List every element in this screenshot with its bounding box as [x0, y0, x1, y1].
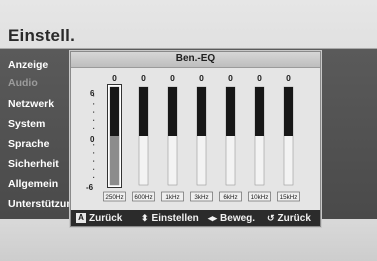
band-level-fill: [284, 87, 293, 136]
menu-item-netzwerk[interactable]: Netzwerk: [8, 98, 54, 110]
band-frequency-label: 6kHz: [223, 194, 237, 201]
scale-max-label: 6: [90, 89, 95, 98]
dialog-title: Ben.-EQ: [175, 53, 216, 64]
return-icon: ↺: [267, 213, 275, 223]
hint-return-label: Zurück: [277, 213, 311, 224]
scale-tick: [93, 119, 95, 121]
band-sliders: 0 250Hz 0 600Hz 0 1kHz 0 3kHz 0 6kHz 0 10kHz 0 15kHz: [103, 73, 300, 202]
band-level-fill: [139, 87, 148, 136]
band-value-label: 0: [141, 73, 146, 83]
menu-item-sprache[interactable]: Sprache: [8, 138, 49, 150]
band-frequency-label: 15kHz: [280, 194, 298, 201]
band-level-fill: [255, 87, 264, 136]
hint-move: ◂▸ Beweg.: [208, 212, 255, 225]
scale-tick: [93, 95, 95, 97]
user-eq-dialog: Ben.-EQ 6 0 -6 0 250Hz 0 600Hz 0 1kHz 0 3kHz 0 6k…: [70, 51, 321, 227]
menu-item-allgemein[interactable]: Allgemein: [8, 178, 58, 190]
band-value-label: 0: [286, 73, 291, 83]
band-value-label: 0: [112, 73, 117, 83]
hint-back[interactable]: A Zurück: [76, 212, 122, 225]
band-value-label: 0: [257, 73, 262, 83]
menu-item-sicherheit[interactable]: Sicherheit: [8, 158, 59, 170]
scale-zero-label: 0: [90, 135, 95, 144]
band-value-label: 0: [170, 73, 175, 83]
band-frequency-label: 250Hz: [105, 194, 123, 201]
hint-bar: A Zurück ⬍ Einstellen ◂▸ Beweg. ↺ Zurück: [71, 210, 320, 226]
page-title: Einstell.: [8, 26, 75, 45]
dialog-header: Ben.-EQ: [71, 52, 320, 68]
menu-item-unterstuetzung[interactable]: Unterstützung: [8, 198, 79, 210]
menu-item-system[interactable]: System: [8, 118, 45, 130]
a-key-icon: A: [76, 213, 86, 223]
band-level-fill: [226, 87, 235, 136]
equalizer-sliders: 6 0 -6 0 250Hz 0 600Hz 0 1kHz 0 3kHz 0 6kHz 0 10kHz…: [86, 73, 300, 202]
scale-tick: [93, 160, 95, 162]
menu-item-anzeige[interactable]: Anzeige: [8, 59, 48, 71]
band-value-label: 0: [228, 73, 233, 83]
hint-back-label: Zurück: [89, 213, 123, 224]
scale-tick: [93, 176, 95, 178]
scale-tick: [93, 144, 95, 146]
scale-tick: [93, 152, 95, 154]
band-frequency-label: 600Hz: [134, 194, 152, 201]
band-frequency-label: 10kHz: [251, 194, 269, 201]
band-frequency-label: 3kHz: [194, 194, 208, 201]
scale-tick: [93, 103, 95, 105]
band-level-fill: [197, 87, 206, 136]
hint-move-label: Beweg.: [220, 213, 256, 224]
band-level-fill: [110, 87, 119, 136]
scale-tick: [93, 111, 95, 113]
up-down-arrows-icon: ⬍: [141, 213, 149, 223]
band-frequency-label: 1kHz: [165, 194, 179, 201]
settings-screen: Einstell. Anzeige Audio Netzwerk System …: [0, 0, 377, 261]
hint-adjust: ⬍ Einstellen: [141, 212, 199, 225]
hint-return[interactable]: ↺ Zurück: [267, 212, 311, 225]
hint-adjust-label: Einstellen: [151, 213, 199, 224]
scale-tick: [93, 127, 95, 129]
scale-min-label: -6: [86, 183, 94, 192]
band-level-fill: [168, 87, 177, 136]
band-selected-shade: [110, 136, 119, 185]
band-value-label: 0: [199, 73, 204, 83]
menu-item-audio[interactable]: Audio: [8, 77, 38, 89]
scale-tick: [93, 168, 95, 170]
left-right-arrows-icon: ◂▸: [208, 213, 218, 223]
